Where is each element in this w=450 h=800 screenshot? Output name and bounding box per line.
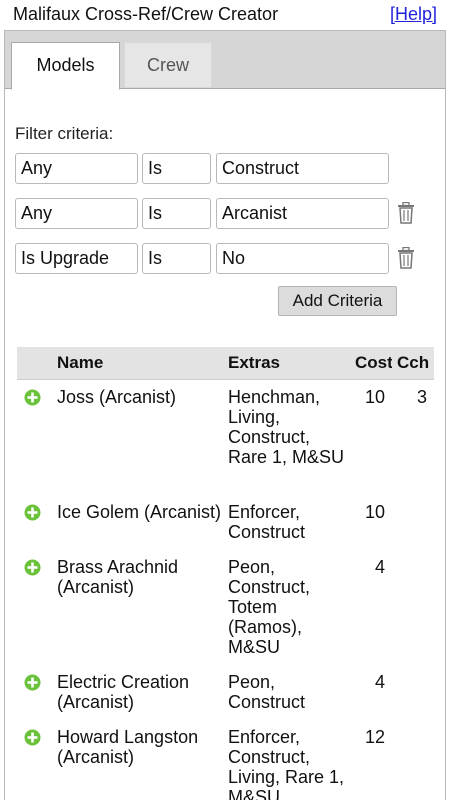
model-name: Ice Golem (Arcanist) <box>57 502 222 522</box>
model-name: Joss (Arcanist) <box>57 387 177 407</box>
filter-operator-select[interactable]: Is <box>142 243 211 274</box>
filter-value-input[interactable]: Arcanist <box>216 198 389 229</box>
model-cost: 12 <box>364 727 385 747</box>
app-title: Malifaux Cross-Ref/Crew Creator <box>13 4 279 24</box>
plus-circle-icon[interactable] <box>24 559 41 576</box>
tab-models[interactable]: Models <box>11 42 120 90</box>
model-name: Electric Creation (Arcanist) <box>57 672 190 712</box>
filter-field-select[interactable]: Is Upgrade <box>15 243 138 274</box>
trash-icon[interactable] <box>397 247 415 269</box>
plus-circle-icon[interactable] <box>24 674 41 691</box>
model-extras: Peon, Construct, Totem (Ramos), M&SU <box>228 557 311 657</box>
table-header: Name Extras Cost Cch <box>17 347 434 380</box>
column-header-extras[interactable]: Extras <box>228 353 280 373</box>
filter-operator-select[interactable]: Is <box>142 198 211 229</box>
model-cost: 10 <box>364 502 385 522</box>
plus-circle-icon[interactable] <box>24 389 41 406</box>
model-cost: 4 <box>374 672 385 692</box>
add-criteria-button[interactable]: Add Criteria <box>278 286 397 316</box>
table-row[interactable]: Joss (Arcanist) Henchman, Living, Constr… <box>17 380 434 495</box>
model-extras: Enforcer, Construct <box>228 502 306 542</box>
filter-value-input[interactable]: No <box>216 243 389 274</box>
filter-operator-select[interactable]: Is <box>142 153 211 184</box>
trash-icon[interactable] <box>397 202 415 224</box>
model-extras: Peon, Construct <box>228 672 306 712</box>
filter-value-input[interactable]: Construct <box>216 153 389 184</box>
model-extras: Henchman, Living, Construct, Rare 1, M&S… <box>228 387 345 467</box>
model-name: Brass Arachnid (Arcanist) <box>57 557 179 597</box>
filter-field-select[interactable]: Any <box>15 198 138 229</box>
results-table: Name Extras Cost Cch Joss (Arcanist) Hen… <box>17 347 434 800</box>
model-name: Howard Langston (Arcanist) <box>57 727 199 767</box>
tab-crew[interactable]: Crew <box>124 42 212 88</box>
table-row[interactable]: Ice Golem (Arcanist) Enforcer, Construct… <box>17 495 434 550</box>
model-extras: Enforcer, Construct, Living, Rare 1, M&S… <box>228 727 345 800</box>
plus-circle-icon[interactable] <box>24 504 41 521</box>
title-bar: Malifaux Cross-Ref/Crew Creator [Help] <box>0 0 450 30</box>
table-row[interactable]: Howard Langston (Arcanist) Enforcer, Con… <box>17 720 434 800</box>
table-row[interactable]: Electric Creation (Arcanist) Peon, Const… <box>17 665 434 720</box>
column-header-cache[interactable]: Cch <box>397 353 429 373</box>
column-header-name[interactable]: Name <box>57 353 103 373</box>
filter-field-select[interactable]: Any <box>15 153 138 184</box>
plus-circle-icon[interactable] <box>24 729 41 746</box>
table-row[interactable]: Brass Arachnid (Arcanist) Peon, Construc… <box>17 550 434 665</box>
model-cost: 10 <box>364 387 385 407</box>
tab-bar: Models Crew <box>5 31 445 90</box>
column-header-cost[interactable]: Cost <box>355 353 392 373</box>
filter-criteria-label: Filter criteria: <box>15 124 114 143</box>
model-cost: 4 <box>374 557 385 577</box>
model-cache: 3 <box>416 387 427 407</box>
help-link[interactable]: [Help] <box>390 4 437 25</box>
